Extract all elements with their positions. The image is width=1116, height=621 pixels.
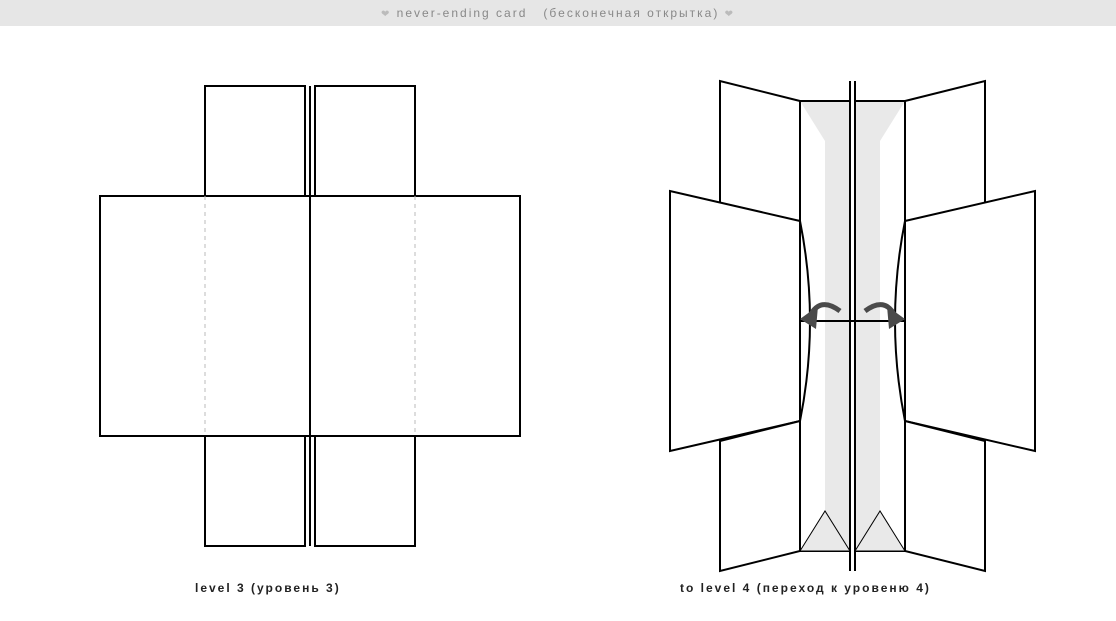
header-title-en: never-ending card xyxy=(397,6,528,20)
heart-icon-left: ❤ xyxy=(381,9,391,20)
heart-icon-right: ❤ xyxy=(725,9,735,20)
header-title-ru: (бесконечная открытка) xyxy=(543,6,719,20)
diagram-to-level-4 xyxy=(0,26,1116,616)
page-header: ❤ never-ending card (бесконечная открытк… xyxy=(0,0,1116,26)
caption-left: level 3 (уровень 3) xyxy=(195,581,341,595)
diagram-stage: level 3 (уровень 3) to level 4 (переход … xyxy=(0,26,1116,616)
caption-right: to level 4 (переход к уровеню 4) xyxy=(680,581,931,595)
